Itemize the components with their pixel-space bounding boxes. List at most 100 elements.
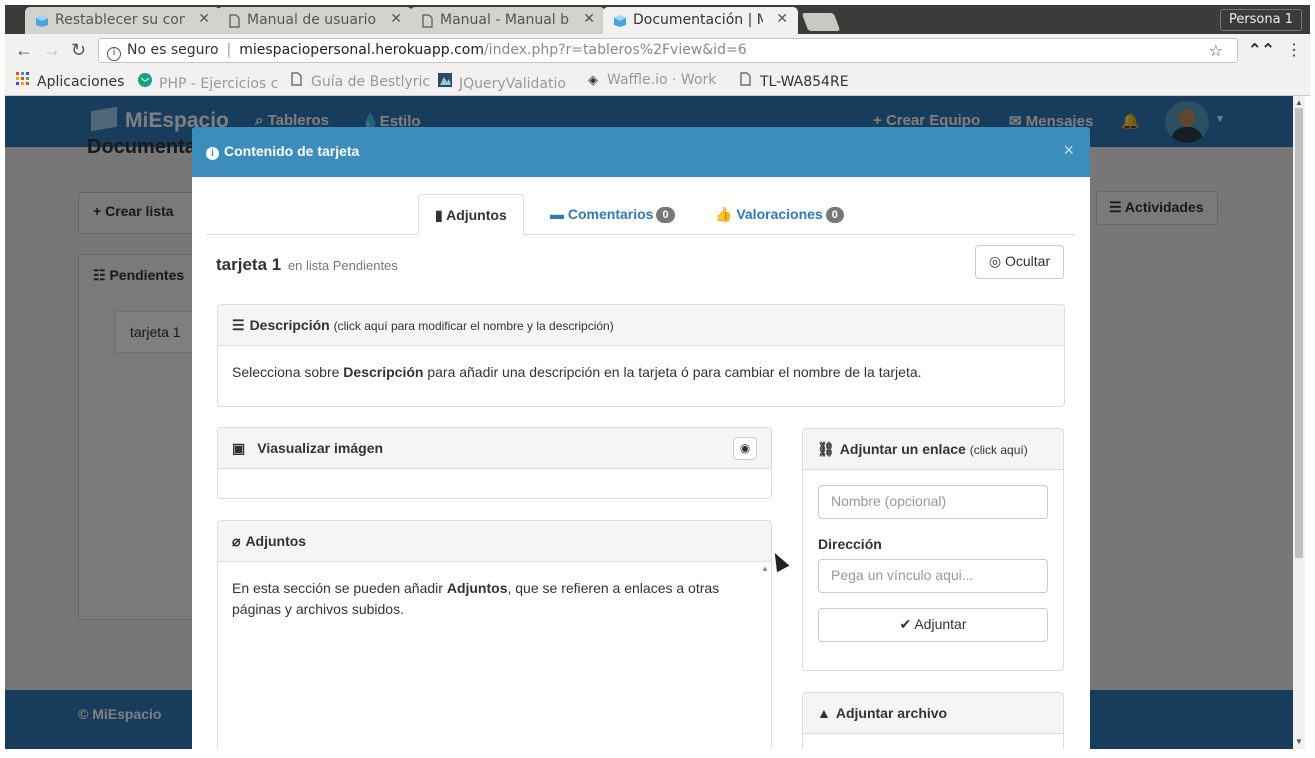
close-icon[interactable]: ×: [1063, 140, 1074, 161]
description-text: Selecciona sobre: [232, 364, 340, 380]
page-icon: [420, 14, 434, 28]
description-title: Descripción: [249, 317, 330, 333]
align-left-icon: ☰: [232, 317, 245, 333]
description-panel[interactable]: ☰ Descripción (click aquí para modificar …: [217, 304, 1065, 407]
link-panel: ⛓ Adjuntar un enlace (click aquí) Nombre …: [802, 428, 1064, 671]
paperclip-icon: ⌀: [232, 533, 241, 549]
description-heading[interactable]: ☰ Descripción (click aquí para modificar …: [218, 305, 1064, 346]
bookmark-item[interactable]: Aplicaciones: [15, 72, 124, 90]
browser-tab[interactable]: Manual - Manual bá ✕: [410, 7, 605, 34]
link-title: Adjuntar un enlace: [839, 441, 966, 457]
attach-link-button[interactable]: ✔ Adjuntar: [818, 608, 1048, 642]
hide-label: Ocultar: [1004, 253, 1051, 269]
attachments-heading: ⌀ Adjuntos: [218, 521, 771, 562]
cube-icon: [35, 14, 49, 28]
attachments-panel: ⌀ Adjuntos En esta sección se pueden añad…: [217, 520, 772, 749]
page-scrollbar[interactable]: ▲ ▼: [1293, 96, 1305, 749]
modal-tabs: ▮ Adjuntos ▬ Comentarios 0 👍 Valoraciones…: [206, 194, 1075, 235]
cube-icon: [613, 14, 627, 28]
link-heading[interactable]: ⛓ Adjuntar un enlace (click aquí): [803, 429, 1063, 470]
browser-tab[interactable]: Restablecer su cont ✕: [25, 7, 220, 34]
star-icon[interactable]: ☆: [1209, 41, 1223, 60]
bookmark-item[interactable]: Guía de Bestlyric: [289, 72, 430, 90]
card-subtitle: en lista Pendientes: [287, 258, 398, 273]
modal-title: i Contenido de tarjeta: [206, 143, 359, 160]
waffle-icon: ◈: [588, 73, 598, 88]
thumbs-up-icon: 👍: [715, 206, 737, 222]
bookmarks-bar: Aplicaciones PHP - Ejercicios c Guía de …: [5, 67, 1310, 96]
description-hint: (click aquí para modificar el nombre y l…: [333, 319, 614, 333]
menu-dots-icon[interactable]: ⋮: [1286, 40, 1302, 60]
card-title-text: tarjeta 1: [216, 255, 282, 274]
description-body: Selecciona sobre Descripción para añadir…: [218, 346, 1064, 399]
bookmark-image-icon: [437, 72, 453, 92]
address-label: Dirección: [818, 536, 882, 552]
scroll-up-icon[interactable]: ▲: [761, 564, 769, 573]
new-tab-button[interactable]: [801, 13, 841, 31]
eye-icon[interactable]: ◉: [733, 437, 757, 460]
close-icon[interactable]: ✕: [776, 11, 788, 27]
bookmark-label: Guía de Bestlyric: [311, 74, 431, 90]
image-panel: ▣ Viasualizar imágen ◉: [217, 427, 772, 499]
browser-window: Restablecer su cont ✕ Manual de usuario …: [0, 0, 1315, 758]
file-panel: ▲ Adjuntar archivo: [802, 692, 1064, 749]
link-name-input[interactable]: Nombre (opcional): [818, 485, 1048, 519]
image-heading: ▣ Viasualizar imágen: [218, 428, 771, 469]
close-icon[interactable]: ✕: [583, 11, 595, 27]
bookmark-item[interactable]: JQueryValidatio: [437, 72, 566, 92]
image-title: Viasualizar imágen: [257, 440, 384, 456]
close-icon[interactable]: ✕: [198, 11, 210, 27]
browser-tab[interactable]: Manual de usuario ✕: [217, 7, 412, 34]
scroll-thumb[interactable]: [1295, 108, 1303, 558]
count-badge: 0: [656, 207, 675, 223]
file-title: Adjuntar archivo: [835, 705, 948, 721]
url-path: /index.php?r=tableros%2Fview&id=6: [483, 42, 747, 58]
bookmark-label: JQueryValidatio: [459, 76, 566, 92]
extension-icon[interactable]: ⌃⌃: [1248, 40, 1275, 60]
tab-title: Manual - Manual bá: [440, 12, 570, 28]
profile-button[interactable]: Persona 1: [1219, 9, 1302, 31]
description-text-bold: Descripción: [343, 364, 424, 380]
tab-label: Adjuntos: [446, 207, 507, 223]
tab-title: Documentación | M: [633, 12, 763, 28]
hide-button[interactable]: ◎ Ocultar: [975, 245, 1064, 279]
file-icon: ▮: [435, 207, 447, 223]
tab-valoraciones[interactable]: 👍 Valoraciones 0: [699, 194, 860, 235]
forward-arrow-icon[interactable]: →: [43, 40, 61, 61]
tab-comentarios[interactable]: ▬ Comentarios 0: [534, 194, 691, 235]
card-title: tarjeta 1 en lista Pendientes: [216, 255, 398, 275]
attachments-text-bold: Adjuntos: [446, 580, 508, 596]
link-hint: (click aquí): [969, 443, 1028, 457]
check-circle-icon: ✔: [899, 616, 915, 632]
scrollbar[interactable]: ▲: [758, 562, 771, 749]
info-icon: i: [206, 147, 219, 160]
count-badge: 0: [825, 207, 844, 223]
comment-icon: ▬: [550, 206, 568, 222]
page-icon: [227, 14, 241, 28]
link-icon: ⛓: [817, 441, 835, 457]
browser-tab-active[interactable]: Documentación | M ✕: [603, 7, 798, 34]
back-arrow-icon[interactable]: ←: [15, 40, 33, 61]
tab-title: Manual de usuario: [247, 12, 377, 28]
attach-link-label: Adjuntar: [914, 616, 967, 632]
reload-icon[interactable]: ↻: [71, 40, 86, 61]
modal-header: i Contenido de tarjeta ×: [192, 127, 1090, 177]
info-icon[interactable]: i: [107, 47, 121, 61]
browser-toolbar: ← → ↻ i No es seguro | miespaciopersonal.he…: [5, 34, 1310, 67]
link-address-input[interactable]: Pega un vínculo aqui...: [818, 559, 1048, 593]
globe-icon: [137, 72, 153, 92]
bookmark-item[interactable]: PHP - Ejercicios c: [137, 72, 278, 92]
attachments-body: En esta sección se pueden añadir Adjunto…: [218, 562, 758, 636]
scroll-down-icon[interactable]: ▼: [1295, 737, 1303, 746]
bookmark-item[interactable]: ◈ Waffle.io · Work: [585, 72, 716, 88]
tab-adjuntos[interactable]: ▮ Adjuntos: [418, 194, 524, 235]
close-icon[interactable]: ✕: [390, 11, 402, 27]
bookmark-label: Waffle.io · Work: [607, 72, 717, 88]
tab-strip: Restablecer su cont ✕ Manual de usuario …: [5, 5, 1310, 34]
address-bar[interactable]: i No es seguro | miespaciopersonal.herokuap…: [98, 38, 1238, 63]
eye-slash-icon: ◎: [988, 253, 1005, 269]
file-heading: ▲ Adjuntar archivo: [803, 693, 1063, 734]
scroll-up-icon[interactable]: ▲: [1295, 98, 1303, 107]
tab-label: Valoraciones: [736, 206, 823, 222]
bookmark-item[interactable]: TL-WA854RE: [738, 72, 849, 90]
